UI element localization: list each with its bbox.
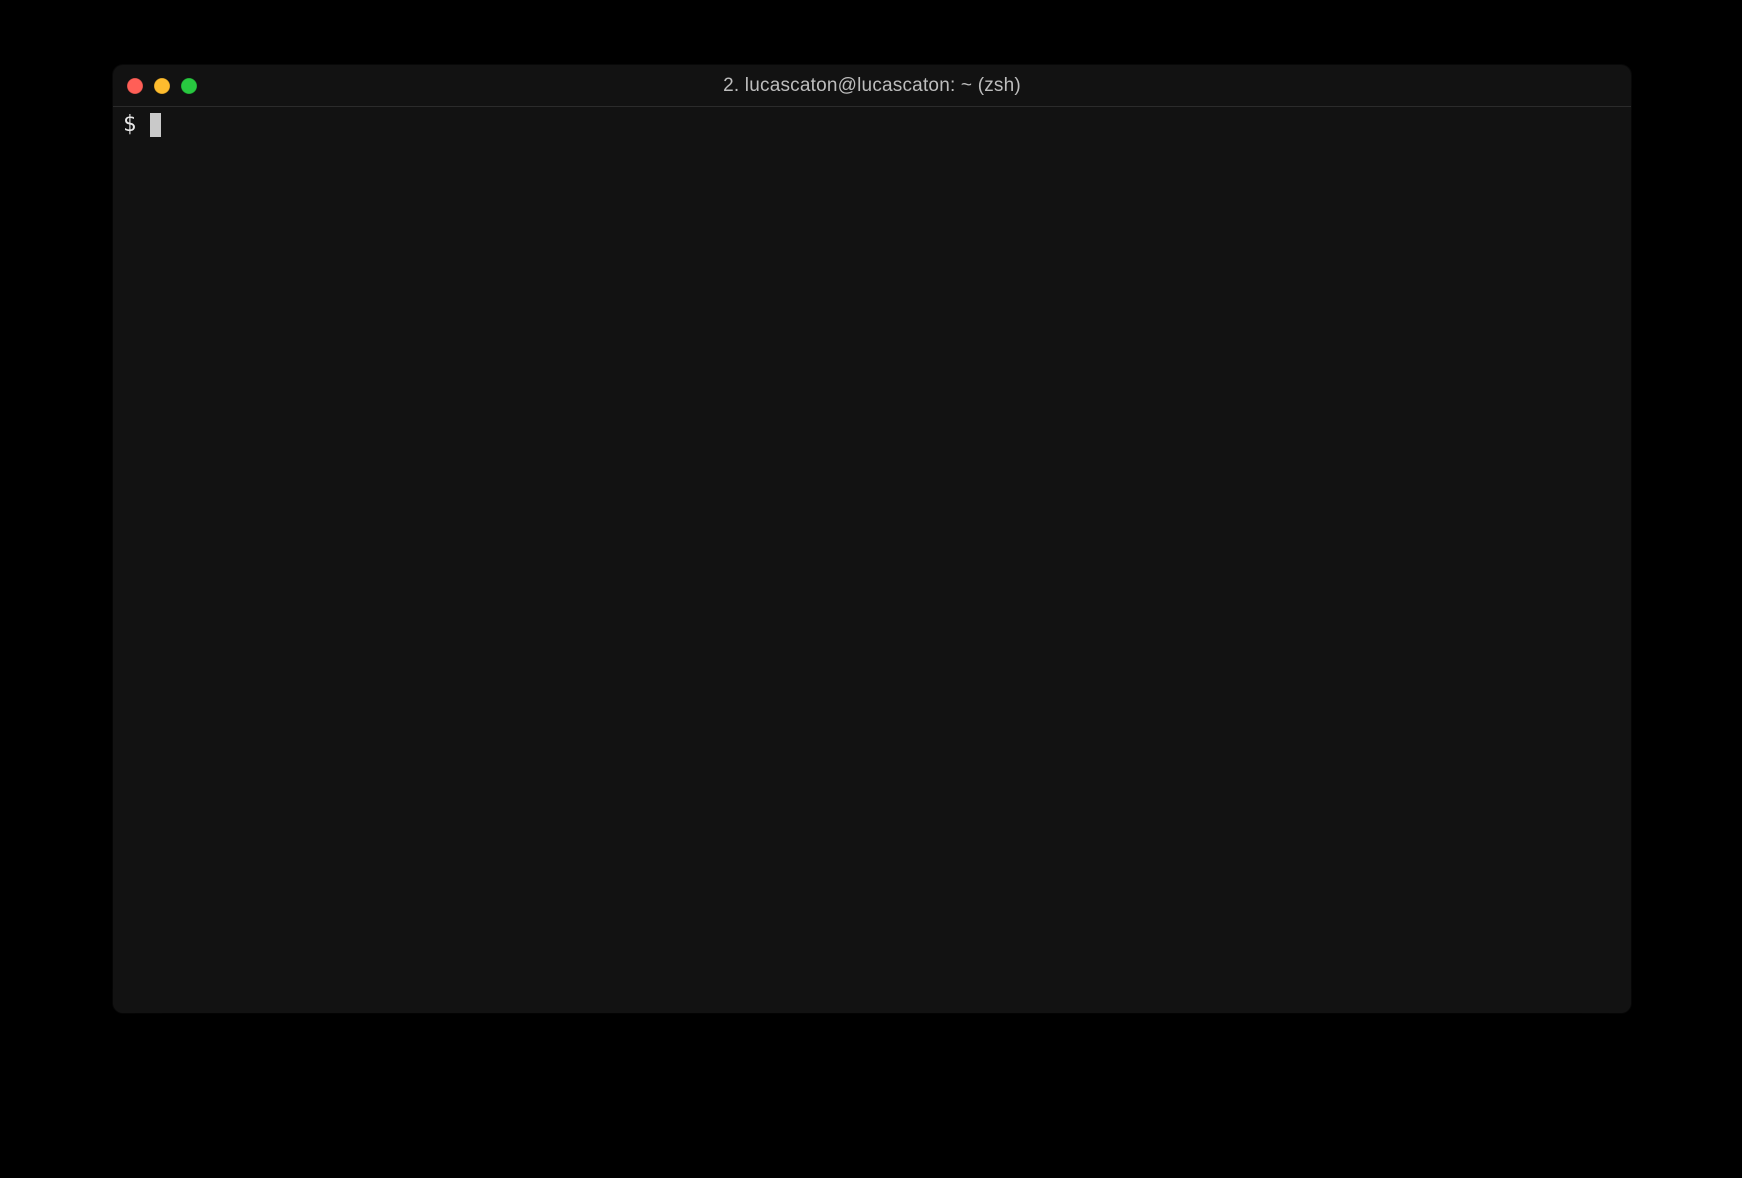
- cursor-icon: [150, 113, 161, 137]
- window-title: 2. lucascaton@lucascaton: ~ (zsh): [113, 75, 1631, 97]
- zoom-icon[interactable]: [181, 78, 197, 94]
- titlebar[interactable]: 2. lucascaton@lucascaton: ~ (zsh): [113, 65, 1631, 107]
- prompt-line: $: [123, 112, 1621, 138]
- traffic-lights: [127, 78, 197, 94]
- minimize-icon[interactable]: [154, 78, 170, 94]
- shell-prompt: $: [123, 112, 136, 138]
- close-icon[interactable]: [127, 78, 143, 94]
- terminal-body[interactable]: $: [113, 107, 1631, 1013]
- terminal-window: 2. lucascaton@lucascaton: ~ (zsh) $: [113, 65, 1631, 1013]
